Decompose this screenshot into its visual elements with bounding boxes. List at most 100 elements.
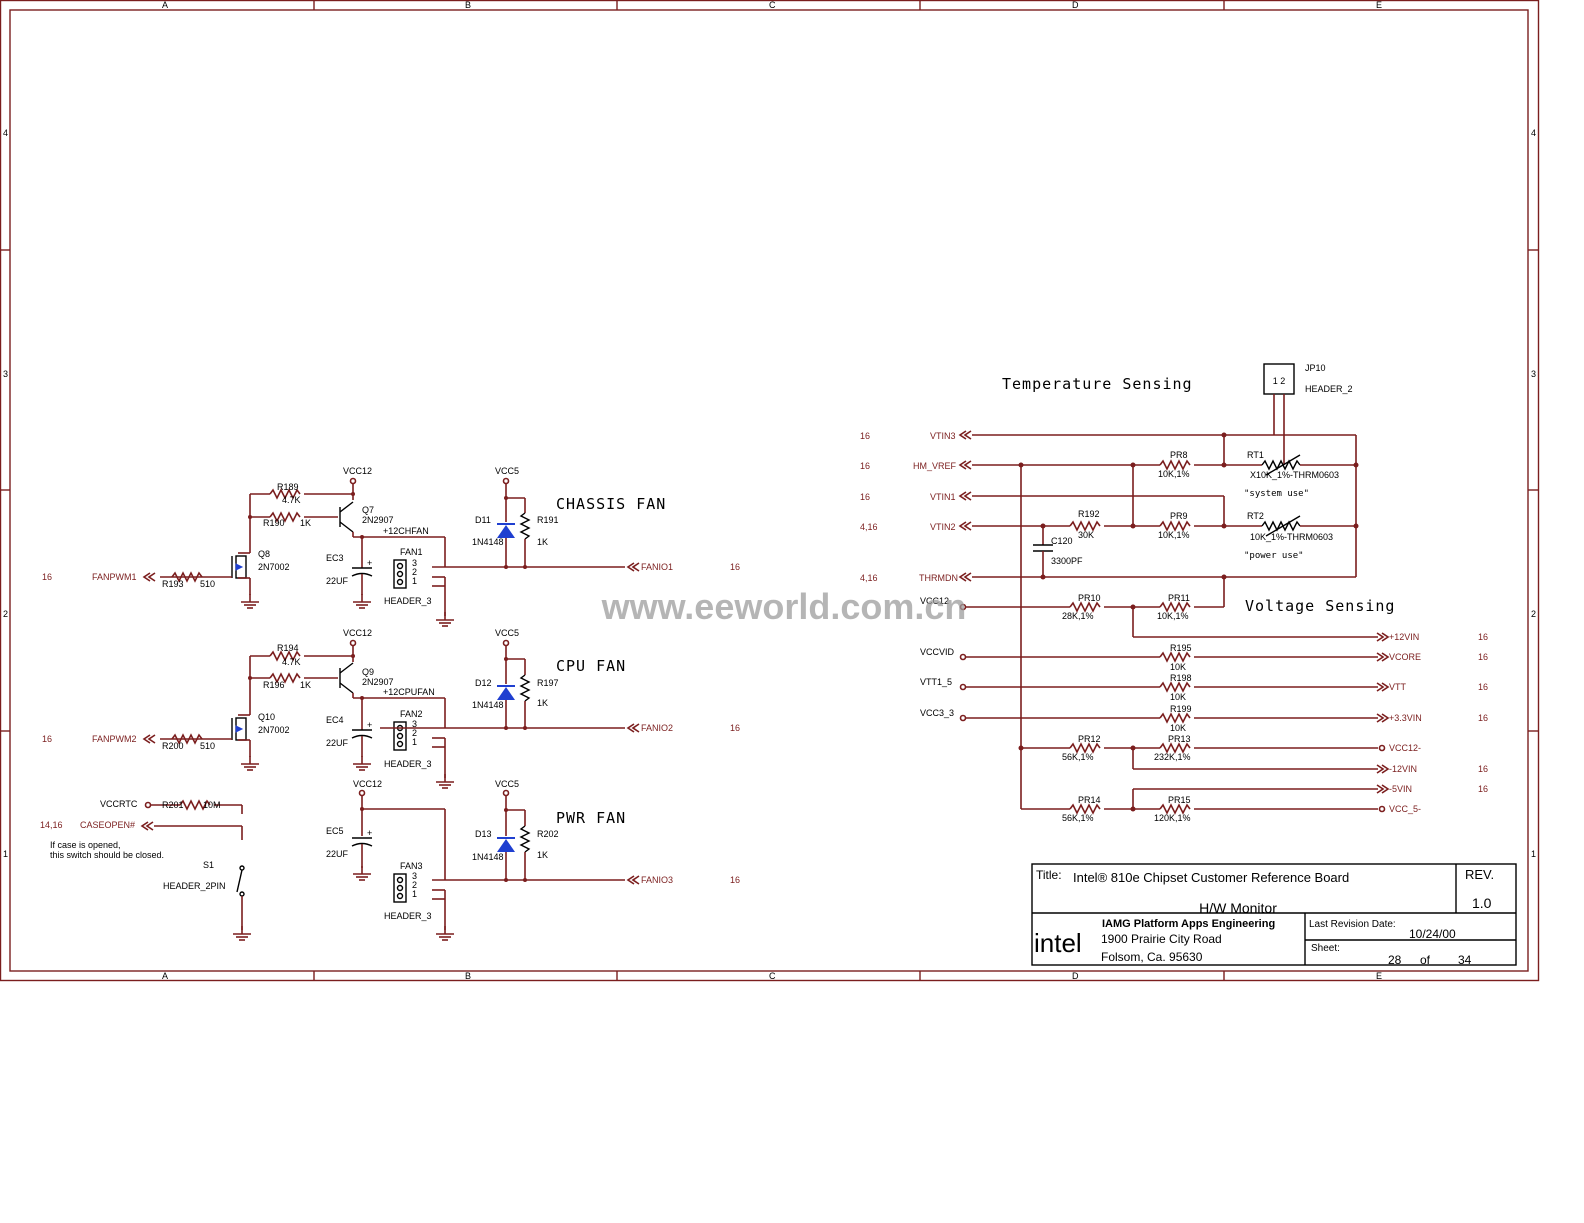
pr9-ref: PR9: [1170, 511, 1188, 521]
address-line: Folsom, Ca. 95630: [1101, 950, 1203, 964]
rt2-use: "power use": [1244, 551, 1304, 561]
jp10-ref: JP10: [1305, 363, 1326, 373]
rt2-value: 10K_1%-THRM0603: [1250, 532, 1333, 542]
pr15-ref: PR15: [1168, 795, 1191, 805]
title-block: Title: Intel® 810e Chipset Customer Refe…: [1031, 863, 1517, 967]
sheet-ref: 16: [730, 562, 740, 572]
cpu-fan-circuit: CPU FAN VCC12 R194 4.7K R196 1K Q9 2N290…: [42, 628, 740, 789]
q8-part: 2N7002: [258, 562, 290, 572]
fan2-ref: FAN2: [400, 709, 423, 719]
col-label: E: [1376, 0, 1382, 10]
ec3-ref: EC3: [326, 553, 344, 563]
d12-ref: D12: [475, 678, 492, 688]
sheet-ref: 4,16: [860, 522, 878, 532]
address-line: 1900 Prairie City Road: [1101, 932, 1222, 946]
q9-part: 2N2907: [362, 677, 394, 687]
sheet-ref: 16: [1478, 764, 1488, 774]
d13-part: 1N4148: [472, 852, 504, 862]
col-label: A: [162, 971, 168, 981]
r193-ref: R193: [162, 579, 184, 589]
sheet-ref: 16: [860, 492, 870, 502]
vcc5-label: VCC5: [495, 466, 519, 476]
pr10-ref: PR10: [1078, 593, 1101, 603]
vcc3-3-label: VCC3_3: [920, 708, 954, 718]
fanio2-net: FANIO2: [641, 723, 673, 733]
m5vin-net: -5VIN: [1389, 784, 1412, 794]
pr15-value: 120K,1%: [1154, 813, 1191, 823]
pin-number: 1: [412, 576, 417, 586]
pr8-ref: PR8: [1170, 450, 1188, 460]
section-title: CPU FAN: [556, 657, 626, 675]
sheet-ref: 14,16: [40, 820, 63, 830]
net-label: +12CPUFAN: [383, 687, 435, 697]
row-label: 4: [1531, 128, 1536, 138]
sheet-subtitle: H/W Monitor: [1199, 900, 1277, 916]
section-title: CHASSIS FAN: [556, 495, 666, 513]
sheet-ref: 16: [1478, 713, 1488, 723]
fan3-type: HEADER_3: [384, 911, 432, 921]
vcc5-label: VCC5: [495, 779, 519, 789]
r200-value: 510: [200, 741, 215, 751]
r201-ref: R201: [162, 800, 184, 810]
q10-ref: Q10: [258, 712, 275, 722]
r200-ref: R200: [162, 741, 184, 751]
r195-value: 10K: [1170, 662, 1186, 672]
r196-ref: R196: [263, 680, 285, 690]
pr12-ref: PR12: [1078, 734, 1101, 744]
pr11-ref: PR11: [1168, 593, 1190, 603]
svg-text:+: +: [367, 828, 372, 838]
fanio3-net: FANIO3: [641, 875, 673, 885]
pr10-value: 28K,1%: [1062, 611, 1094, 621]
r197-ref: R197: [537, 678, 559, 688]
vcc12-label: VCC12: [343, 628, 372, 638]
s1-type: HEADER_2PIN: [163, 881, 226, 891]
col-label: C: [769, 0, 776, 10]
ec5-value: 22UF: [326, 849, 349, 859]
d13-ref: D13: [475, 829, 492, 839]
col-label: E: [1376, 971, 1382, 981]
col-label: B: [465, 971, 471, 981]
fan2-type: HEADER_3: [384, 759, 432, 769]
row-label: 3: [1531, 369, 1536, 379]
sheet-ref: 16: [1478, 682, 1488, 692]
vcc5-label: VCC5: [495, 628, 519, 638]
vcc5m-net: VCC_5-: [1389, 804, 1421, 814]
rt2-ref: RT2: [1247, 511, 1264, 521]
fanpwm1-net: FANPWM1: [92, 572, 137, 582]
col-label: A: [162, 0, 168, 10]
fanpwm2-net: FANPWM2: [92, 734, 137, 744]
fan1-type: HEADER_3: [384, 596, 432, 606]
pr8-value: 10K,1%: [1158, 469, 1190, 479]
rev-value: 1.0: [1472, 895, 1492, 911]
org-name: IAMG Platform Apps Engineering: [1102, 918, 1275, 930]
pr14-ref: PR14: [1078, 795, 1101, 805]
pin-number: 1: [412, 737, 417, 747]
q10-part: 2N7002: [258, 725, 290, 735]
intel-logo: intel: [1034, 928, 1082, 958]
r195-ref: R195: [1170, 643, 1192, 653]
sheet-ref: 16: [1478, 784, 1488, 794]
s1-ref: S1: [203, 860, 214, 870]
m12vin-net: -12VIN: [1389, 764, 1417, 774]
r190-value: 1K: [300, 518, 311, 528]
row-label: 1: [1531, 849, 1536, 859]
last-rev-label: Last Revision Date:: [1309, 919, 1396, 930]
sheet-ref: 16: [1478, 652, 1488, 662]
d11-ref: D11: [475, 515, 491, 525]
pr9-value: 10K,1%: [1158, 530, 1190, 540]
pr13-value: 232K,1%: [1154, 752, 1191, 762]
sheet-of: of: [1420, 953, 1431, 967]
sheet-total: 34: [1458, 953, 1472, 967]
vtt-net: VTT: [1389, 682, 1407, 692]
sheet-number: 28: [1388, 953, 1402, 967]
case-open-circuit: VCCRTC R201 10M 14,16 CASEOPEN# If case …: [40, 799, 252, 941]
rt1-ref: RT1: [1247, 450, 1264, 460]
pr12-value: 56K,1%: [1062, 752, 1094, 762]
r189-value: 4.7K: [282, 495, 301, 505]
vcc12-label: VCC12: [353, 779, 382, 789]
r192-ref: R192: [1078, 509, 1100, 519]
r199-value: 10K: [1170, 723, 1186, 733]
p33vin-net: +3.3VIN: [1389, 713, 1422, 723]
sheet-ref: 16: [42, 734, 52, 744]
watermark: www.eeworld.com.cn: [601, 586, 967, 627]
